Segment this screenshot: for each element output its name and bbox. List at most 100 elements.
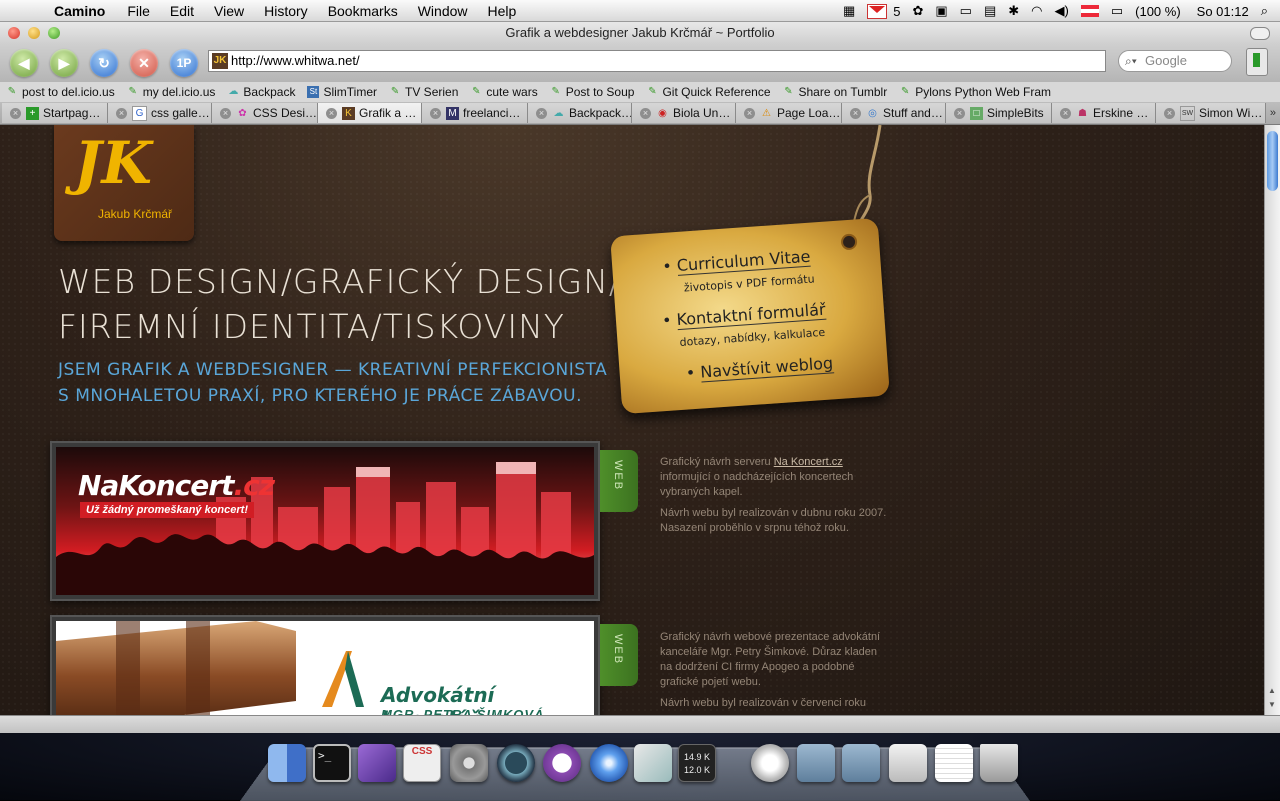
tab-overflow-icon[interactable]: » [1270, 107, 1276, 119]
trash-icon[interactable] [980, 744, 1018, 782]
camino-icon[interactable] [590, 744, 628, 782]
contact-link[interactable]: • Kontaktní formulář [661, 299, 827, 330]
tab[interactable]: × ◎ Stuff and… [842, 103, 946, 123]
stack-icon[interactable] [889, 744, 927, 782]
clock[interactable]: So 01:12 [1197, 4, 1249, 19]
tag-hole-icon [840, 233, 858, 251]
close-tab-icon[interactable]: × [850, 108, 861, 120]
weblog-link[interactable]: • Navštívit weblog [685, 353, 834, 383]
network-monitor-icon[interactable]: 14.9 K 12.0 K [678, 744, 716, 782]
tab-active[interactable]: × K Grafik a … [318, 103, 422, 123]
textmate-icon[interactable] [358, 744, 396, 782]
wifi-icon[interactable]: ◠ [1031, 3, 1042, 19]
bookmark-item[interactable]: ✎ Post to Soup [550, 85, 635, 99]
close-tab-icon[interactable]: × [1060, 108, 1071, 120]
tab[interactable]: × ☗ Erskine … [1052, 103, 1156, 123]
bookmark-item[interactable]: ✎ Share on Tumblr [783, 85, 887, 99]
address-bar[interactable]: JK http://www.whitwa.net/ [208, 50, 1106, 72]
menu-window[interactable]: Window [408, 0, 478, 22]
toolbar-toggle-button[interactable] [1250, 27, 1270, 40]
minimize-window-button[interactable] [28, 27, 40, 39]
app-menu[interactable]: Camino [44, 0, 117, 22]
project-category-tab[interactable]: WEB [600, 624, 638, 686]
menu-bookmarks[interactable]: Bookmarks [318, 0, 408, 22]
project-category-tab[interactable]: WEB [600, 450, 638, 512]
bookmark-item[interactable]: ☁ Backpack [227, 85, 295, 99]
forward-button[interactable]: ▶ [50, 49, 78, 77]
stop-button[interactable]: ✕ [130, 49, 158, 77]
search-placeholder: Google [1145, 53, 1187, 68]
google-favicon-icon: G [132, 106, 147, 122]
close-tab-icon[interactable]: × [326, 108, 337, 120]
spotlight-icon[interactable]: ⌕ [1261, 3, 1268, 19]
close-tab-icon[interactable]: × [116, 108, 127, 120]
bluetooth-icon[interactable]: ✱ [1008, 3, 1019, 19]
onepassword-icon[interactable]: 1P [170, 49, 198, 77]
tab[interactable]: × Gcss galle… [108, 103, 212, 123]
spaces-icon[interactable]: ▣ [935, 3, 947, 19]
close-tab-icon[interactable]: × [220, 108, 231, 120]
tab[interactable]: × ⚠ Page Loa… [736, 103, 842, 123]
menu-view[interactable]: View [204, 0, 254, 22]
tab[interactable]: × ☁ Backpack… [528, 103, 632, 123]
close-tab-icon[interactable]: × [430, 108, 441, 120]
menu-edit[interactable]: Edit [160, 0, 204, 22]
flag-icon[interactable] [1080, 5, 1099, 17]
zoom-window-button[interactable] [48, 27, 60, 39]
memory-icon[interactable]: ▤ [984, 3, 996, 19]
tab[interactable]: × SW Simon Wi… [1156, 103, 1266, 123]
close-tab-icon[interactable]: × [10, 108, 21, 120]
close-tab-icon[interactable]: × [536, 108, 547, 120]
tab[interactable]: × Mfreelanci… [422, 103, 528, 123]
project-nakoncert[interactable]: NaKoncert.cz Už žádný promeškaný koncert… [50, 441, 600, 601]
calendar-icon[interactable]: ▦ [843, 3, 855, 19]
site-logo[interactable]: JK Jakub Krčmář [54, 125, 194, 241]
close-tab-icon[interactable]: × [1164, 108, 1175, 120]
tab[interactable]: × □ SimpleBits [946, 103, 1052, 123]
bookmark-item[interactable]: ✎ cute wars [470, 85, 538, 99]
bookmark-item[interactable]: ✎ TV Serien [389, 85, 459, 99]
menu-history[interactable]: History [254, 0, 318, 22]
close-window-button[interactable] [8, 27, 20, 39]
applications-folder-icon[interactable] [797, 744, 835, 782]
terminal-icon[interactable]: >_ [313, 744, 351, 782]
vertical-scrollbar[interactable]: ▲ ▼ [1264, 125, 1280, 715]
tab[interactable]: × + Startpag… [2, 103, 108, 123]
search-field[interactable]: ⌕▾ Google [1118, 50, 1232, 72]
battery-icon[interactable]: ▭ [1111, 3, 1123, 19]
scrollbar-thumb[interactable] [1267, 131, 1278, 191]
menu-help[interactable]: Help [478, 0, 527, 22]
bookmark-item[interactable]: ✎ post to del.icio.us [6, 85, 115, 99]
close-tab-icon[interactable]: × [954, 108, 965, 120]
scroll-down-arrow-icon[interactable]: ▼ [1268, 700, 1276, 709]
iphoto-icon[interactable] [634, 744, 672, 782]
documents-folder-icon[interactable] [842, 744, 880, 782]
bookmarks-manager-button[interactable] [1246, 48, 1268, 76]
time-machine-icon[interactable] [497, 744, 535, 782]
close-tab-icon[interactable]: × [640, 108, 651, 120]
bookmark-item[interactable]: ✎ Pylons Python Web Fram [899, 85, 1051, 99]
system-preferences-icon[interactable] [450, 744, 488, 782]
gmail-icon[interactable] [867, 3, 888, 20]
bookmark-item[interactable]: ✎ Git Quick Reference [646, 85, 770, 99]
adium-icon[interactable] [543, 744, 581, 782]
tab[interactable]: × ◉ Biola Un… [632, 103, 736, 123]
cv-link[interactable]: • Curriculum Vitae [662, 246, 812, 276]
tab[interactable]: × ✿ CSS Desi… [212, 103, 318, 123]
mail-icon[interactable] [751, 744, 789, 782]
growl-paw-icon[interactable]: ✿ [912, 3, 923, 19]
close-tab-icon[interactable]: × [744, 108, 755, 120]
volume-icon[interactable]: ◀) [1055, 3, 1069, 19]
bookmark-item[interactable]: St SlimTimer [307, 85, 377, 99]
back-button[interactable]: ◀ [10, 49, 38, 77]
menu-file[interactable]: File [117, 0, 160, 22]
finder-icon[interactable] [268, 744, 306, 782]
project-advokat[interactable]: Advokátní kancelář MGR. PETRA ŠIMKOVÁ [50, 615, 600, 715]
bookmark-item[interactable]: ✎ my del.icio.us [127, 85, 216, 99]
nakoncert-link[interactable]: Na Koncert.cz [774, 456, 843, 468]
reload-button[interactable]: ↻ [90, 49, 118, 77]
cssedit-icon[interactable]: CSS [403, 744, 441, 782]
textedit-icon[interactable] [935, 744, 973, 782]
scroll-up-arrow-icon[interactable]: ▲ [1268, 686, 1276, 695]
display-icon[interactable]: ▭ [960, 3, 972, 19]
